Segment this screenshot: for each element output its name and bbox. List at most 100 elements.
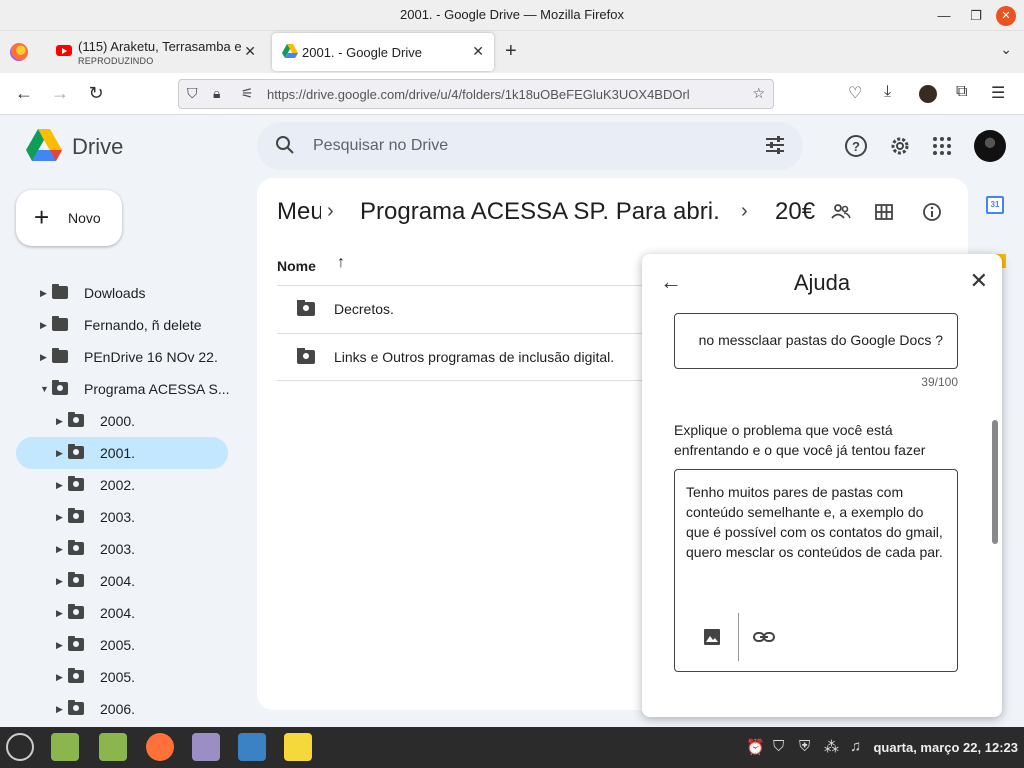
sidebar-tree-item[interactable]: ▶ 2001. xyxy=(16,437,228,469)
os-taskbar: ⏰ ⛉ ⛨ ⁂ ♫ quarta, março 22, 12:23 xyxy=(0,727,1024,768)
minimize-button[interactable]: — xyxy=(934,6,954,26)
update-tray-icon[interactable]: ⛨ xyxy=(799,738,810,755)
shield-tray-icon[interactable]: ⛉ xyxy=(773,738,784,755)
description-textarea[interactable]: Tenho muitos pares de pastas com conteúd… xyxy=(674,469,958,672)
new-button[interactable]: + Novo xyxy=(16,190,122,246)
firefox-account-avatar[interactable] xyxy=(919,85,937,103)
dialog-scrollbar[interactable] xyxy=(992,420,998,544)
extensions-icon[interactable]: ⧉ xyxy=(956,83,967,101)
tab-youtube[interactable]: (115) Araketu, Terrasamba e REPRODUZINDO… xyxy=(44,33,266,71)
drive-search-bar[interactable]: Pesquisar no Drive xyxy=(257,122,803,170)
new-tab-button[interactable]: + xyxy=(505,40,517,63)
window-title: 2001. - Google Drive — Mozilla Firefox xyxy=(400,7,624,22)
sidebar-tree-item[interactable]: ▶ 2003. xyxy=(16,533,228,565)
search-input[interactable]: Pesquisar no Drive xyxy=(313,137,448,155)
sidebar-tree-item[interactable]: ▶ 2005. xyxy=(16,661,228,693)
sidebar-tree-item[interactable]: ▶ 2003. xyxy=(16,501,228,533)
sidebar-tree-item[interactable]: ▶ Dowloads xyxy=(16,277,228,309)
caret-right-icon[interactable]: ▶ xyxy=(56,576,63,587)
reload-icon[interactable]: ↻ xyxy=(85,83,107,104)
sidebar-tree-item[interactable]: ▶ Fernando, ñ delete xyxy=(16,309,228,341)
pocket-icon[interactable]: ♡ xyxy=(848,83,862,103)
music-note-icon[interactable]: ♫ xyxy=(850,738,861,755)
help-icon[interactable]: ? xyxy=(844,134,868,158)
sidebar-tree-item[interactable]: ▶ 2005. xyxy=(16,629,228,661)
insert-image-icon[interactable] xyxy=(703,628,721,646)
url-text[interactable]: https://drive.google.com/drive/u/4/folde… xyxy=(267,87,747,102)
maximize-button[interactable]: ❐ xyxy=(966,6,986,26)
list-item[interactable]: Links e Outros programas de inclusão dig… xyxy=(277,333,677,381)
sidebar-tree-item[interactable]: ▶ 2000. xyxy=(16,405,228,437)
insert-link-icon[interactable] xyxy=(753,628,775,646)
question-input[interactable]: no messclaar pastas do Google Docs ? xyxy=(674,313,958,369)
lock-icon[interactable]: 🔒︎ xyxy=(213,85,220,102)
text-editor-icon[interactable] xyxy=(192,733,220,761)
caret-right-icon[interactable]: ▶ xyxy=(56,544,63,555)
breadcrumb-parent[interactable]: Programa ACESSA SP. Para abri... xyxy=(360,198,720,226)
close-tab-icon[interactable]: ✕ xyxy=(244,43,256,60)
close-tab-icon[interactable]: ✕ xyxy=(472,43,484,60)
back-arrow-icon[interactable]: ← xyxy=(13,83,35,104)
user-avatar[interactable] xyxy=(974,130,1006,162)
sidebar-tree-label: 2000. xyxy=(100,413,136,429)
info-icon[interactable] xyxy=(922,202,942,222)
taskbar-clock[interactable]: quarta, março 22, 12:23 xyxy=(873,740,1018,755)
list-tabs-chevron-icon[interactable]: ⌄ xyxy=(1000,41,1012,58)
apps-grid-icon[interactable] xyxy=(930,134,954,158)
sidebar-tree-item[interactable]: ▼ Programa ACESSA S... xyxy=(16,373,230,405)
clock-app-icon[interactable]: ⏰ xyxy=(746,738,765,756)
caret-right-icon[interactable]: ▶ xyxy=(56,416,63,427)
sidebar-tree-item[interactable]: ▶ PEnDrive 16 NOv 22. xyxy=(16,341,228,373)
mint-menu-icon[interactable] xyxy=(6,733,34,761)
drive-app-name: Drive xyxy=(72,134,124,159)
shield-icon[interactable]: ⛉ xyxy=(187,85,198,102)
question-value[interactable]: no messclaar pastas do Google Docs ? xyxy=(699,332,943,348)
notes-icon[interactable] xyxy=(284,733,312,761)
close-window-button[interactable]: ✕ xyxy=(996,6,1016,26)
file-manager-icon[interactable] xyxy=(99,733,127,761)
sidebar-tree-item[interactable]: ▶ 2006. xyxy=(16,693,228,725)
shared-folder-icon xyxy=(297,348,315,364)
search-options-icon[interactable] xyxy=(765,135,785,155)
search-icon[interactable] xyxy=(275,135,295,155)
file-manager-icon[interactable] xyxy=(51,733,79,761)
grid-view-icon[interactable] xyxy=(874,202,894,222)
breadcrumb-current[interactable]: 20€ xyxy=(775,198,815,226)
firefox-icon[interactable] xyxy=(10,43,28,61)
caret-right-icon[interactable]: ▶ xyxy=(56,512,63,523)
close-icon[interactable]: ✕ xyxy=(970,268,988,294)
caret-right-icon[interactable]: ▶ xyxy=(56,480,63,491)
caret-right-icon[interactable]: ▶ xyxy=(40,352,47,363)
bookmark-star-icon[interactable]: ☆ xyxy=(752,85,765,102)
folder-icon xyxy=(52,348,68,363)
caret-right-icon[interactable]: ▶ xyxy=(56,608,63,619)
caret-down-icon[interactable]: ▼ xyxy=(40,384,49,394)
sidebar-tree-item[interactable]: ▶ 2004. xyxy=(16,565,228,597)
calendar-icon[interactable]: 31 xyxy=(986,196,1004,214)
sidebar-tree-label: 2004. xyxy=(100,605,136,621)
caret-right-icon[interactable]: ▶ xyxy=(56,640,63,651)
firefox-taskbar-icon[interactable] xyxy=(146,733,174,761)
sort-ascending-icon[interactable]: ↑ xyxy=(337,254,345,272)
caret-right-icon[interactable]: ▶ xyxy=(56,704,63,715)
caret-right-icon[interactable]: ▶ xyxy=(56,448,63,459)
tab-google-drive[interactable]: 2001. - Google Drive ✕ xyxy=(272,33,494,71)
column-header-name[interactable]: Nome xyxy=(277,258,316,274)
menu-icon[interactable]: ☰ xyxy=(991,83,1005,103)
sidebar-tree-item[interactable]: ▶ 2002. xyxy=(16,469,228,501)
permissions-icon[interactable]: ⚟ xyxy=(241,85,254,102)
forward-arrow-icon[interactable]: → xyxy=(49,83,71,104)
caret-right-icon[interactable]: ▶ xyxy=(56,672,63,683)
sidebar-tree-item[interactable]: ▶ 2004. xyxy=(16,597,228,629)
list-item[interactable]: Decretos. xyxy=(277,285,677,333)
url-bar[interactable]: ⛉ 🔒︎ ⚟ https://drive.google.com/drive/u/… xyxy=(178,79,774,109)
manage-access-icon[interactable] xyxy=(831,202,851,222)
description-value[interactable]: Tenho muitos pares de pastas com conteúd… xyxy=(686,482,946,562)
writer-icon[interactable] xyxy=(238,733,266,761)
downloads-icon[interactable]: ⤓ xyxy=(884,83,891,101)
caret-right-icon[interactable]: ▶ xyxy=(40,288,47,299)
breadcrumb-my-drive[interactable]: Meu xyxy=(277,198,321,226)
caret-right-icon[interactable]: ▶ xyxy=(40,320,47,331)
network-icon[interactable]: ⁂ xyxy=(824,738,839,756)
gear-icon[interactable] xyxy=(888,134,912,158)
